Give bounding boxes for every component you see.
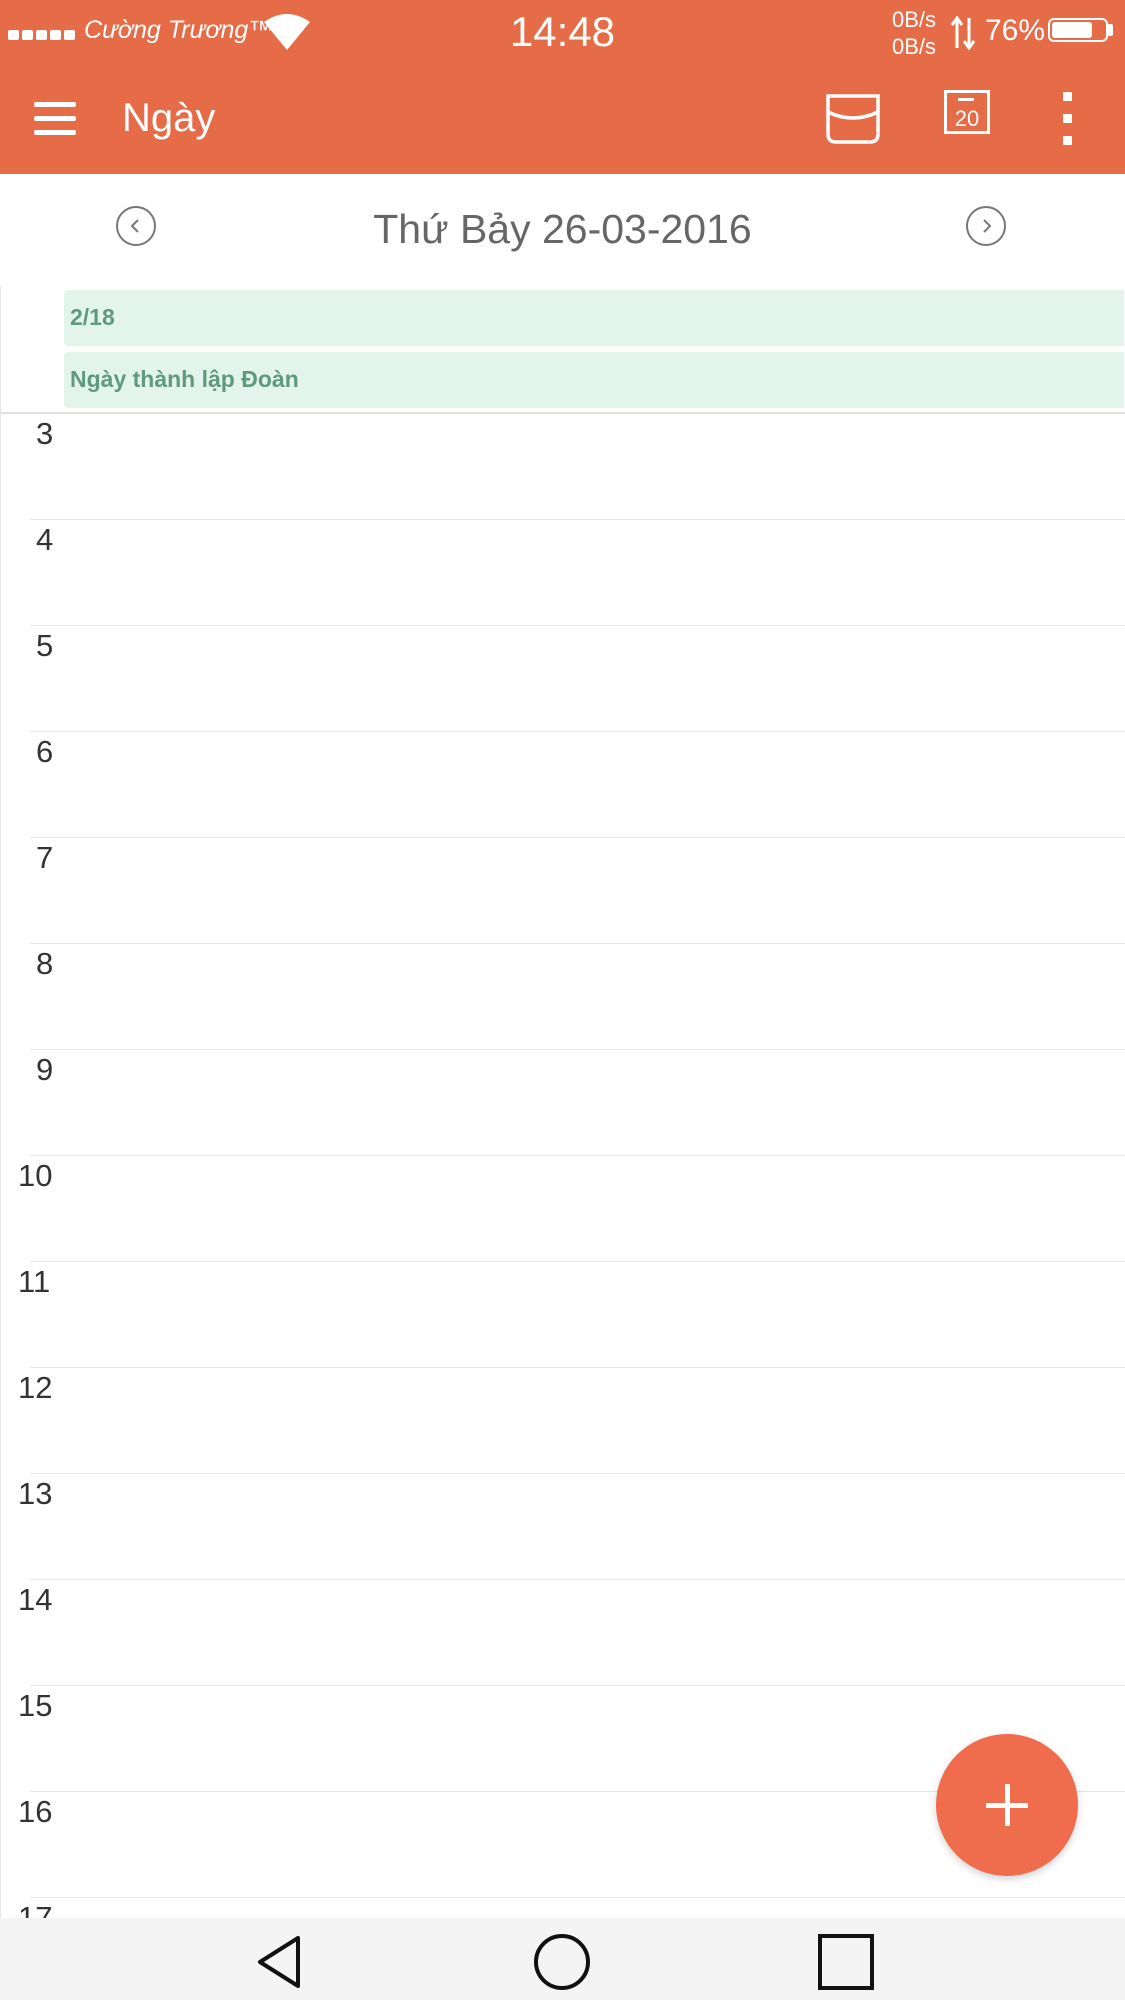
hour-row[interactable]: 12 [0,1368,1125,1474]
chevron-right-icon [983,219,992,233]
menu-button[interactable] [30,98,82,140]
hour-label: 10 [18,1158,53,1193]
home-icon [534,1934,590,1990]
hour-label: 17 [18,1900,53,1918]
hour-grid[interactable]: 3 4 5 6 7 8 9 10 11 12 13 14 15 16 17 [0,414,1125,1918]
event-title: Ngày thành lập Đoàn [70,366,299,392]
hour-row[interactable]: 11 [0,1262,1125,1368]
battery-level [1052,22,1092,38]
app-toolbar: Ngày 20 [0,64,1125,174]
hour-label: 7 [36,840,54,875]
hour-row[interactable]: 3 [0,414,1125,520]
status-bar: Cường Trương™ 14:48 0B/s 0B/s 76% [0,0,1125,64]
hour-label: 13 [18,1476,53,1511]
all-day-events: 2/18 Ngày thành lập Đoàn [0,286,1125,412]
hour-row[interactable]: 7 [0,838,1125,944]
inbox-icon [826,94,880,144]
hour-label: 3 [36,416,54,451]
hour-row[interactable]: 17 [0,1898,1125,1918]
hour-row[interactable]: 10 [0,1156,1125,1262]
recents-button[interactable] [816,1932,876,1992]
system-nav-bar [0,1918,1125,2000]
today-button[interactable]: 20 [936,86,996,148]
hour-label: 4 [36,522,54,557]
back-icon [258,1936,300,1988]
current-date-label: Thứ Bảy 26-03-2016 [373,206,752,252]
back-button[interactable] [250,1932,310,1992]
net-speed-down: 0B/s [892,34,937,59]
hour-label: 8 [36,946,54,981]
hour-label: 6 [36,734,54,769]
home-button[interactable] [532,1932,592,1992]
inbox-button[interactable] [822,88,884,148]
hour-row[interactable]: 5 [0,626,1125,732]
hour-label: 16 [18,1794,53,1829]
hour-label: 9 [36,1052,54,1087]
hour-row[interactable]: 9 [0,1050,1125,1156]
battery-percent: 76% [985,14,1046,47]
hour-label: 14 [18,1582,53,1617]
transfer-icon [950,16,976,50]
battery-icon [1048,18,1108,42]
network-speed: 0B/s 0B/s [892,6,936,60]
all-day-event[interactable]: 2/18 [64,290,1124,346]
hour-row[interactable]: 13 [0,1474,1125,1580]
hour-row[interactable]: 14 [0,1580,1125,1686]
hour-label: 15 [18,1688,53,1723]
all-day-event[interactable]: Ngày thành lập Đoàn [64,352,1124,408]
hour-label: 11 [18,1264,51,1299]
hour-label: 12 [18,1370,53,1405]
calendar-today-bar [958,98,974,101]
net-speed-up: 0B/s [892,7,937,32]
today-day-number: 20 [954,106,980,131]
page-title: Ngày [122,96,216,140]
calendar-day-screen: Cường Trương™ 14:48 0B/s 0B/s 76% Ngày 2… [0,0,1125,2000]
next-day-button[interactable] [966,206,1006,246]
hour-label: 5 [36,628,54,663]
event-title: 2/18 [70,304,115,330]
hour-row[interactable]: 6 [0,732,1125,838]
date-navigator: Thứ Bảy 26-03-2016 [0,174,1125,286]
add-event-button[interactable] [936,1734,1078,1876]
recents-icon [818,1934,874,1990]
battery-nub [1108,24,1113,36]
more-options-button[interactable] [1054,92,1082,148]
hour-row[interactable]: 8 [0,944,1125,1050]
hour-row[interactable]: 4 [0,520,1125,626]
